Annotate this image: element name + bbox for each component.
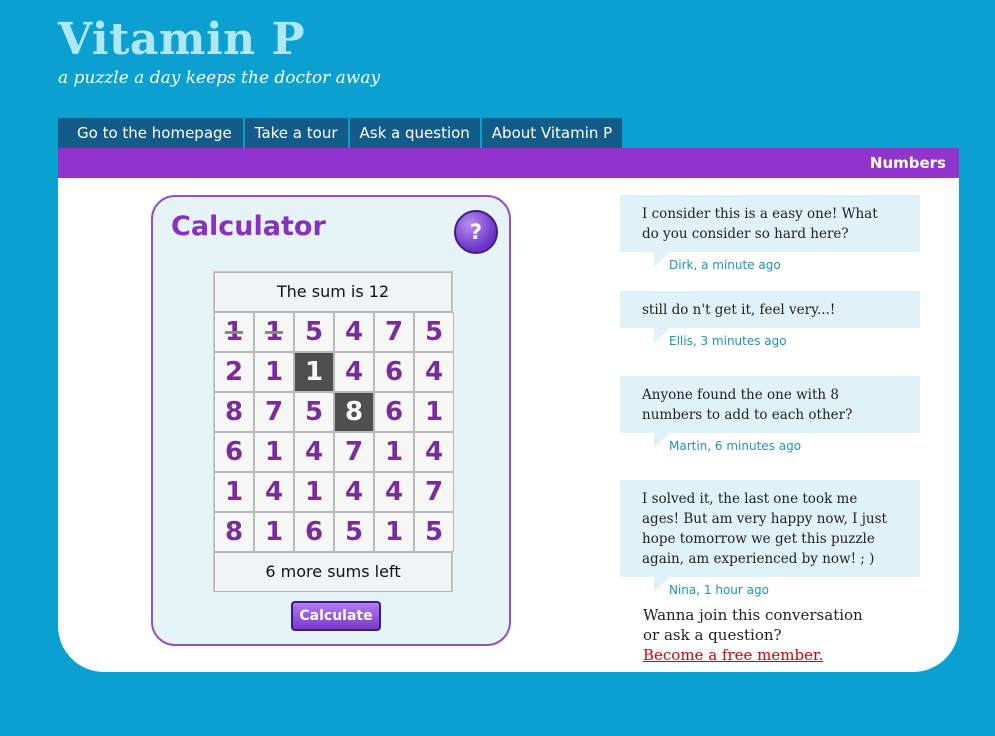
calculator-title: Calculator — [171, 211, 326, 242]
grid-cell[interactable]: 6 — [374, 392, 414, 432]
comment-item: I solved it, the last one took me ages! … — [620, 480, 920, 597]
grid-cell[interactable]: 1 — [214, 472, 254, 512]
comment-text: Anyone found the one with 8 numbers to a… — [620, 376, 920, 448]
main-nav: Go to the homepage Take a tour Ask a que… — [58, 118, 624, 148]
grid-cell[interactable]: 4 — [414, 352, 454, 392]
grid-cell[interactable]: 4 — [334, 352, 374, 392]
grid-cell[interactable]: 4 — [414, 432, 454, 472]
grid-cell[interactable]: 7 — [374, 312, 414, 352]
help-button[interactable]: ? — [454, 210, 498, 254]
comment-author: Dirk, a minute ago — [669, 258, 781, 272]
site-logo[interactable]: Vitamin P — [58, 14, 380, 66]
grid-cell[interactable]: 2 — [214, 352, 254, 392]
struck-number: 1 — [224, 317, 244, 347]
calculate-button[interactable]: Calculate — [291, 601, 381, 631]
comment-item: still do n't get it, feel very...! Ellis… — [620, 291, 920, 348]
grid-cell[interactable]: 5 — [294, 312, 334, 352]
sum-display: The sum is 12 — [214, 272, 452, 312]
grid-cell[interactable]: 1 — [254, 432, 294, 472]
sums-left-display: 6 more sums left — [214, 552, 452, 592]
become-member-link[interactable]: Become a free member. — [643, 646, 823, 664]
grid-cell[interactable]: 1 — [374, 432, 414, 472]
grid-cell[interactable]: 8 — [214, 392, 254, 432]
nav-ask-question-tab[interactable]: Ask a question — [349, 118, 480, 148]
grid-cell[interactable]: 4 — [374, 472, 414, 512]
grid-cell[interactable]: 8 — [214, 512, 254, 552]
comment-item: Anyone found the one with 8 numbers to a… — [620, 376, 920, 453]
grid-cell[interactable]: 1 — [254, 352, 294, 392]
section-title: Numbers — [869, 154, 946, 172]
grid-cell[interactable]: 1 — [414, 392, 454, 432]
nav-tour-tab[interactable]: Take a tour — [244, 118, 348, 148]
comment-text: I consider this is a easy one! What do y… — [620, 195, 920, 267]
grid-cell[interactable]: 4 — [334, 472, 374, 512]
grid-cell[interactable]: 5 — [414, 312, 454, 352]
join-line-2: or ask a question? — [643, 626, 782, 644]
grid-cell[interactable]: 5 — [414, 512, 454, 552]
grid-cell[interactable]: 4 — [334, 312, 374, 352]
calculator-panel: Calculator ? The sum is 12 6 more sums l… — [151, 195, 511, 646]
grid-cell[interactable]: 5 — [294, 392, 334, 432]
grid-cell[interactable]: 1 — [214, 312, 254, 352]
content-panel: Calculator ? The sum is 12 6 more sums l… — [58, 178, 959, 672]
grid-cell[interactable]: 6 — [294, 512, 334, 552]
nav-about-tab[interactable]: About Vitamin P — [481, 118, 623, 148]
grid-cell[interactable]: 4 — [254, 472, 294, 512]
comment-author: Ellis, 3 minutes ago — [669, 334, 787, 348]
grid-cell[interactable]: 7 — [334, 432, 374, 472]
section-bar: Numbers — [58, 148, 959, 178]
comment-author: Martin, 6 minutes ago — [669, 439, 802, 453]
grid-cell[interactable]: 1 — [374, 512, 414, 552]
grid-cell[interactable]: 1 — [294, 472, 334, 512]
site-tagline: a puzzle a day keeps the doctor away — [58, 68, 381, 88]
nav-homepage-tab[interactable]: Go to the homepage — [58, 118, 243, 148]
comment-text: I solved it, the last one took me ages! … — [620, 480, 920, 592]
join-line-1: Wanna join this conversation — [643, 606, 863, 624]
grid-cell[interactable]: 6 — [374, 352, 414, 392]
grid-cell[interactable]: 7 — [414, 472, 454, 512]
grid-cell[interactable]: 7 — [254, 392, 294, 432]
grid-cell[interactable]: 8 — [334, 392, 374, 432]
join-prompt: Wanna join this conversation or ask a qu… — [643, 605, 863, 665]
comment-text: still do n't get it, feel very...! — [620, 291, 920, 343]
comment-item: I consider this is a easy one! What do y… — [620, 195, 920, 272]
grid-cell[interactable]: 6 — [214, 432, 254, 472]
grid-cell[interactable]: 4 — [294, 432, 334, 472]
grid-cell[interactable]: 1 — [294, 352, 334, 392]
grid-cell[interactable]: 1 — [254, 512, 294, 552]
comment-author: Nina, 1 hour ago — [669, 583, 769, 597]
site-header: Vitamin P a puzzle a day keeps the docto… — [58, 14, 380, 88]
struck-number: 1 — [264, 317, 284, 347]
grid-cell[interactable]: 5 — [334, 512, 374, 552]
puzzle-board: The sum is 12 6 more sums left 115475211… — [213, 271, 454, 592]
grid-cell[interactable]: 1 — [254, 312, 294, 352]
